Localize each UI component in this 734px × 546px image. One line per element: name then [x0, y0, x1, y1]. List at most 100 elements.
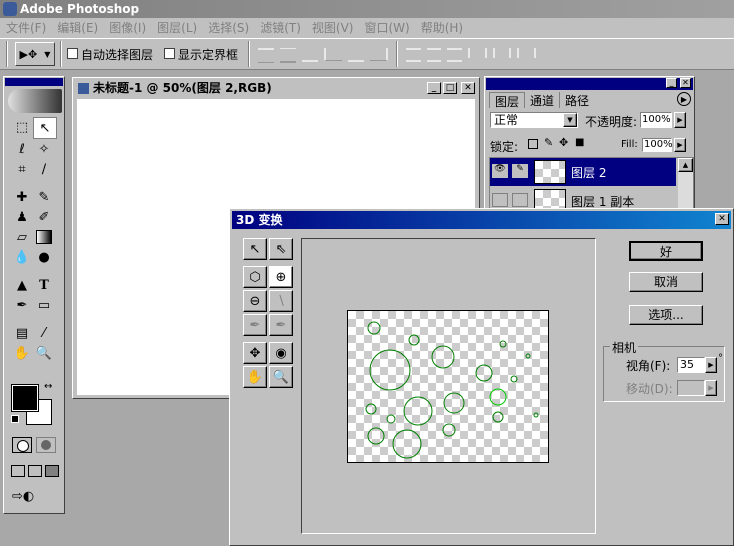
standard-mode-icon[interactable]	[12, 437, 32, 453]
eraser-tool-icon[interactable]: ▱	[11, 227, 33, 247]
menu-image[interactable]: 图像(I)	[109, 21, 146, 35]
slice-tool-icon[interactable]: ∕	[33, 159, 55, 179]
quickmask-mode-icon[interactable]	[36, 437, 56, 453]
menu-layer[interactable]: 图层(L)	[157, 21, 197, 35]
align-left-icon[interactable]	[324, 48, 342, 61]
screen-mode-full-menu-icon[interactable]	[28, 465, 42, 477]
trackball-icon[interactable]: ◉	[269, 342, 293, 364]
sphere-tool-icon[interactable]: ⊕	[269, 266, 293, 288]
align-top-icon[interactable]	[258, 48, 274, 63]
crop-tool-icon[interactable]: ⌗	[11, 159, 33, 179]
menu-filter[interactable]: 滤镜(T)	[260, 21, 301, 35]
cancel-button[interactable]: 取消	[629, 272, 703, 292]
blend-mode-select[interactable]: 正常 ▼	[490, 112, 578, 128]
opacity-slider-arrow[interactable]: ▶	[674, 112, 686, 128]
tab-channels[interactable]: 通道	[525, 92, 561, 108]
zoom-tool-icon[interactable]: 🔍	[269, 366, 293, 388]
align-right-icon[interactable]	[370, 48, 388, 61]
menu-select[interactable]: 选择(S)	[208, 21, 249, 35]
tab-paths[interactable]: 路径	[560, 92, 594, 108]
lock-brush-icon[interactable]: ✎	[544, 136, 553, 149]
lasso-tool-icon[interactable]: ℓ	[11, 139, 33, 159]
lock-move-icon[interactable]: ✥	[559, 136, 568, 149]
healing-brush-icon[interactable]: ✚	[11, 187, 33, 207]
menu-help[interactable]: 帮助(H)	[421, 21, 463, 35]
visibility-eye-icon[interactable]: 👁	[492, 164, 508, 178]
menu-edit[interactable]: 编辑(E)	[57, 21, 98, 35]
photoshop-eye-logo[interactable]	[8, 89, 62, 113]
toolbox-titlebar[interactable]	[5, 78, 63, 86]
distribute-right-icon[interactable]	[517, 48, 537, 58]
chevron-down-icon[interactable]: ▼	[563, 113, 577, 127]
swap-colors-icon[interactable]: ↔	[44, 381, 52, 392]
distribute-top-icon[interactable]	[406, 48, 421, 62]
selection-tool-icon[interactable]: ↖	[243, 238, 267, 260]
preview-area[interactable]	[301, 238, 596, 534]
magic-wand-icon[interactable]: ✧	[33, 139, 55, 159]
shape-tool-icon[interactable]: ▭	[33, 295, 55, 315]
palette-minimize-button[interactable]: _	[666, 78, 677, 88]
scroll-up-arrow[interactable]: ▲	[678, 158, 693, 172]
pan-camera-icon[interactable]: ✥	[243, 342, 267, 364]
document-titlebar[interactable]: 未标题-1 @ 50%(图层 2,RGB) _ □ ✕	[75, 80, 477, 97]
jump-to-imageready-icon[interactable]: ⇨◐	[12, 489, 58, 507]
gradient-tool-icon[interactable]	[33, 227, 55, 247]
zoom-tool-icon[interactable]: 🔍	[33, 343, 55, 363]
layer-brush-icon[interactable]: ✎	[512, 164, 528, 178]
layers-scrollbar[interactable]: ▲	[678, 158, 693, 214]
distribute-bottom-icon[interactable]	[447, 48, 463, 62]
lock-all-icon[interactable]: ■	[575, 137, 584, 148]
tool-preset-picker[interactable]: ▶✥ ▼	[15, 42, 55, 66]
convert-anchor-icon[interactable]: ∖	[269, 290, 293, 312]
foreground-color-swatch[interactable]	[11, 384, 39, 412]
dialog-close-button[interactable]: ✕	[715, 213, 729, 225]
layer-link-icon[interactable]	[512, 193, 528, 207]
move-tool-icon[interactable]: ↖	[33, 117, 57, 139]
visibility-eye-icon[interactable]	[492, 193, 508, 207]
align-vcenter-icon[interactable]	[280, 48, 296, 63]
eyedropper-icon[interactable]: ⁄	[33, 323, 55, 343]
palette-close-button[interactable]: ✕	[680, 78, 691, 88]
layer-row[interactable]: 👁 ✎ 图层 2	[490, 158, 676, 186]
align-bottom-icon[interactable]	[302, 48, 318, 62]
menu-file[interactable]: 文件(F)	[6, 21, 46, 35]
type-tool-icon[interactable]: T	[33, 275, 55, 295]
palette-menu-icon[interactable]: ▶	[677, 92, 691, 106]
hand-tool-icon[interactable]: ✋	[11, 343, 33, 363]
add-anchor-icon[interactable]: ✒	[243, 314, 267, 336]
clone-stamp-icon[interactable]: ♟	[11, 207, 33, 227]
history-brush-icon[interactable]: ✐	[33, 207, 55, 227]
cube-tool-icon[interactable]: ⬡	[243, 266, 267, 288]
lock-transparency-icon[interactable]	[528, 139, 538, 149]
dialog-titlebar[interactable]: 3D 变换 ✕	[232, 211, 731, 229]
screen-mode-full-icon[interactable]	[45, 465, 59, 477]
screen-mode-standard-icon[interactable]	[11, 465, 25, 477]
hand-tool-icon[interactable]: ✋	[243, 366, 267, 388]
pen-tool-icon[interactable]: ✒	[11, 295, 33, 315]
ok-button[interactable]: 好	[629, 241, 703, 261]
cylinder-tool-icon[interactable]: ⊖	[243, 290, 267, 312]
minimize-button[interactable]: _	[427, 82, 441, 94]
options-button[interactable]: 选项...	[629, 305, 703, 325]
opacity-input[interactable]: 100%	[640, 112, 672, 128]
fov-slider-arrow[interactable]: ▶	[705, 357, 717, 373]
fill-input[interactable]: 100%	[642, 138, 673, 152]
tab-layers[interactable]: 图层	[489, 92, 526, 109]
marquee-tool-icon[interactable]: ⬚	[11, 117, 33, 137]
align-hcenter-icon[interactable]	[348, 48, 364, 62]
fill-slider-arrow[interactable]: ▶	[674, 138, 686, 152]
maximize-button[interactable]: □	[443, 82, 457, 94]
path-selection-icon[interactable]: ▲	[11, 275, 33, 295]
distribute-left-icon[interactable]	[468, 48, 487, 58]
direct-selection-icon[interactable]: ⇖	[269, 238, 293, 260]
dodge-tool-icon[interactable]: ●	[33, 247, 55, 267]
delete-anchor-icon[interactable]: ✒	[269, 314, 293, 336]
menu-window[interactable]: 窗口(W)	[364, 21, 409, 35]
fov-input[interactable]: 35	[677, 357, 705, 373]
notes-tool-icon[interactable]: ▤	[11, 323, 33, 343]
blur-tool-icon[interactable]: 💧	[11, 247, 33, 267]
show-bounds-checkbox[interactable]	[164, 48, 175, 59]
layers-palette-titlebar[interactable]: _ ✕	[486, 78, 693, 90]
distribute-vcenter-icon[interactable]	[426, 48, 442, 62]
close-button[interactable]: ✕	[461, 82, 475, 94]
